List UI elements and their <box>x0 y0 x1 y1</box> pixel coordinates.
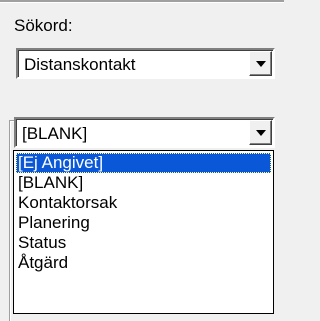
dropdown-option-status[interactable]: Status <box>16 233 271 253</box>
dropdown-option-kontaktorsak[interactable]: Kontaktorsak <box>16 193 271 213</box>
search-term-combobox[interactable]: Distanskontakt <box>16 48 275 79</box>
search-term-combobox-value: Distanskontakt <box>24 55 136 74</box>
dropdown-option-blank[interactable]: [BLANK] <box>16 173 271 193</box>
group-top-border <box>0 0 284 3</box>
dropdown-option-atgard[interactable]: Åtgärd <box>16 253 271 273</box>
field-combobox[interactable]: [BLANK] <box>14 117 275 148</box>
field-combobox-value: [BLANK] <box>22 124 88 143</box>
field-dropdown-list[interactable]: [Ej Angivet] [BLANK] Kontaktorsak Planer… <box>13 150 274 314</box>
chevron-down-icon <box>256 130 266 136</box>
chevron-down-icon <box>256 61 266 67</box>
search-term-label: Sökord: <box>14 16 73 35</box>
dropdown-option-planering[interactable]: Planering <box>16 213 271 233</box>
dropdown-option-ej-angivet[interactable]: [Ej Angivet] <box>16 153 271 173</box>
field-combobox-button[interactable] <box>249 120 272 145</box>
search-term-combobox-button[interactable] <box>249 51 272 76</box>
